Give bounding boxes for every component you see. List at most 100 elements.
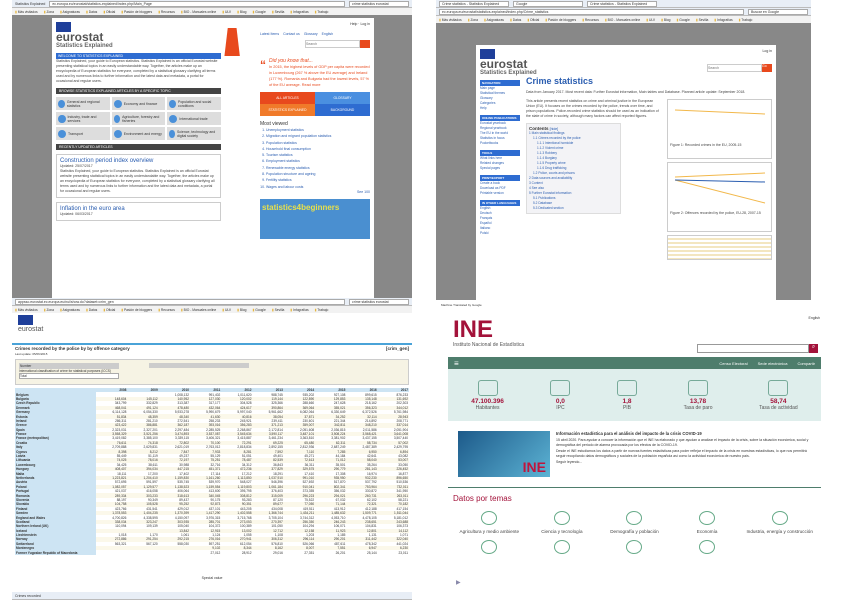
topic-item[interactable]: [453, 540, 526, 558]
bookmark-item[interactable]: Pasión de bloggers: [121, 308, 152, 312]
topic-item[interactable]: Demografía y población: [598, 511, 671, 534]
bookmark-item[interactable]: Zona: [468, 18, 478, 22]
bookmark-item[interactable]: Sevilla: [272, 10, 285, 14]
censo-electoral-link[interactable]: Censo Electoral: [719, 361, 747, 366]
sidebar-link[interactable]: Help: [480, 106, 520, 111]
bookmark-item[interactable]: Zona: [44, 308, 54, 312]
browser-tab[interactable]: Statistics Explained: [15, 2, 45, 6]
play-icon[interactable]: ▶: [456, 579, 461, 586]
news-title[interactable]: Información estadística para el análisis…: [556, 431, 702, 436]
bookmark-item[interactable]: Infografías: [714, 18, 733, 22]
bookmark-item[interactable]: Blog: [237, 308, 247, 312]
bookmark-item[interactable]: Trabajo: [739, 18, 752, 22]
sede-electronica-link[interactable]: Sede electrónica: [758, 361, 788, 366]
bookmark-item[interactable]: Sevilla: [696, 18, 709, 22]
statistics-explained-button[interactable]: STATISTICS EXPLAINED: [260, 104, 315, 116]
bookmark-item[interactable]: Pasión de bloggers: [121, 10, 152, 14]
share-button[interactable]: Compartir: [797, 361, 815, 366]
all-articles-button[interactable]: ALL ARTICLES: [260, 92, 315, 104]
bookmark-item[interactable]: Oficial: [103, 308, 115, 312]
bookmark-item[interactable]: Asignaturas: [60, 308, 80, 312]
browser-search[interactable]: Buscar en Google: [748, 8, 808, 15]
indicator[interactable]: 47.100.396 Habitantes: [471, 379, 504, 411]
help-link[interactable]: Help: [350, 22, 357, 26]
topic-tile[interactable]: Industry, trade and services: [56, 112, 110, 125]
english-link[interactable]: English: [809, 316, 820, 320]
browser-tab[interactable]: Crime statistics - Statistics Explained: [587, 0, 657, 7]
indicator[interactable]: 1,8 PIB: [616, 379, 637, 411]
login-link[interactable]: Log in: [762, 49, 772, 59]
bookmark-item[interactable]: Más visitados: [15, 308, 38, 312]
topic-item[interactable]: [526, 540, 599, 558]
language-select[interactable]: English: [322, 32, 333, 36]
menu-icon[interactable]: ≡: [454, 359, 459, 368]
bookmark-item[interactable]: Infografías: [290, 10, 309, 14]
link[interactable]: Contact us: [283, 32, 300, 36]
bookmark-item[interactable]: ULV: [646, 18, 655, 22]
bookmark-item[interactable]: Zona: [44, 10, 54, 14]
background-button[interactable]: BACKGROUND: [315, 104, 370, 116]
topic-tile[interactable]: General and regional statistics: [56, 97, 110, 110]
bookmark-item[interactable]: Datos: [86, 308, 98, 312]
login-link[interactable]: Log in: [360, 22, 370, 26]
article-card[interactable]: Inflation in the euro area Updated: 06/03…: [56, 202, 222, 221]
bookmark-item[interactable]: Pasión de bloggers: [545, 18, 576, 22]
bookmark-item[interactable]: Trabajo: [315, 10, 328, 14]
read-more-link[interactable]: Seguir leyendo...: [556, 460, 811, 464]
bookmark-item[interactable]: Más visitados: [15, 10, 38, 14]
topic-tile[interactable]: Economy and finance: [111, 97, 166, 110]
statistics4beginners-banner[interactable]: statistics4beginners: [260, 198, 370, 239]
topic-item[interactable]: Ciencia y tecnología: [526, 511, 599, 534]
bookmark-item[interactable]: BIO - Manuales online: [181, 10, 217, 14]
bookmark-item[interactable]: Blog: [237, 10, 247, 14]
browser-tab[interactable]: Crime statistics - Statistics Explained: [439, 0, 509, 7]
url-bar[interactable]: appsso.eurostat.ec.europa.eu/nui/show.do…: [15, 298, 345, 305]
browser-search[interactable]: crime statistics eurostat: [349, 0, 409, 7]
bookmark-item[interactable]: Google: [252, 10, 266, 14]
country-label[interactable]: Former Yugoslav Republic of Macedonia: [15, 550, 97, 555]
url-bar[interactable]: ec.europa.eu/eurostat/statistics-explain…: [439, 8, 744, 15]
browser-search[interactable]: crime statistics eurostat: [349, 298, 409, 305]
bookmark-item[interactable]: Oficial: [103, 10, 115, 14]
bookmark-item[interactable]: Sevilla: [272, 308, 285, 312]
topic-item[interactable]: Industria, energía y construcción: [743, 511, 816, 534]
search-input[interactable]: [305, 40, 360, 48]
bookmark-item[interactable]: Infografías: [290, 308, 309, 312]
bookmark-item[interactable]: Asignaturas: [484, 18, 504, 22]
topic-tile[interactable]: Population and social conditions: [167, 97, 222, 110]
url-bar[interactable]: ec.europa.eu/eurostat/statistics-explain…: [49, 0, 345, 7]
bookmark-item[interactable]: Datos: [86, 10, 98, 14]
bookmark-item[interactable]: Google: [252, 308, 266, 312]
topic-item[interactable]: [671, 540, 744, 558]
glossary-button[interactable]: GLOSSARY: [315, 92, 370, 104]
sidebar-link[interactable]: Pocketbooks: [480, 141, 520, 146]
bookmark-item[interactable]: Asignaturas: [60, 10, 80, 14]
figure-table[interactable]: [667, 235, 772, 260]
bookmark-item[interactable]: Blog: [661, 18, 671, 22]
bookmark-item[interactable]: BIO - Manuales online: [605, 18, 641, 22]
topic-tile[interactable]: Environment and energy: [111, 127, 166, 140]
go-button[interactable]: Go: [762, 63, 772, 72]
topic-item[interactable]: Agricultura y medio ambiente: [453, 511, 526, 534]
link[interactable]: Latest Items: [260, 32, 279, 36]
indicator[interactable]: 58,74 Tasa de actividad: [759, 379, 798, 411]
sidebar-link[interactable]: Polski: [480, 231, 520, 236]
bookmark-item[interactable]: Oficial: [527, 18, 539, 22]
bookmark-item[interactable]: Recursos: [582, 18, 599, 22]
search-input[interactable]: [697, 344, 809, 353]
topic-item[interactable]: [598, 540, 671, 558]
link[interactable]: Glossary: [304, 32, 318, 36]
topic-tile[interactable]: International trade: [167, 112, 222, 125]
topic-tile[interactable]: Agriculture, forestry and fisheries: [111, 112, 166, 125]
sidebar-link[interactable]: Printable version: [480, 191, 520, 196]
bookmark-item[interactable]: Datos: [510, 18, 522, 22]
bookmark-item[interactable]: ULV: [222, 308, 231, 312]
bookmark-item[interactable]: Recursos: [158, 308, 175, 312]
indicator[interactable]: 0,0 IPC: [550, 379, 571, 411]
toc-item[interactable]: 5.3 Dedicated section: [529, 206, 618, 211]
covid-news-image[interactable]: INE: [458, 431, 550, 477]
article-card[interactable]: Construction period index overview Update…: [56, 154, 222, 198]
browser-tab[interactable]: Google: [513, 0, 583, 7]
bookmark-item[interactable]: ULV: [222, 10, 231, 14]
figure-chart[interactable]: Figure 2: Offences recorded by the polic…: [667, 162, 772, 232]
